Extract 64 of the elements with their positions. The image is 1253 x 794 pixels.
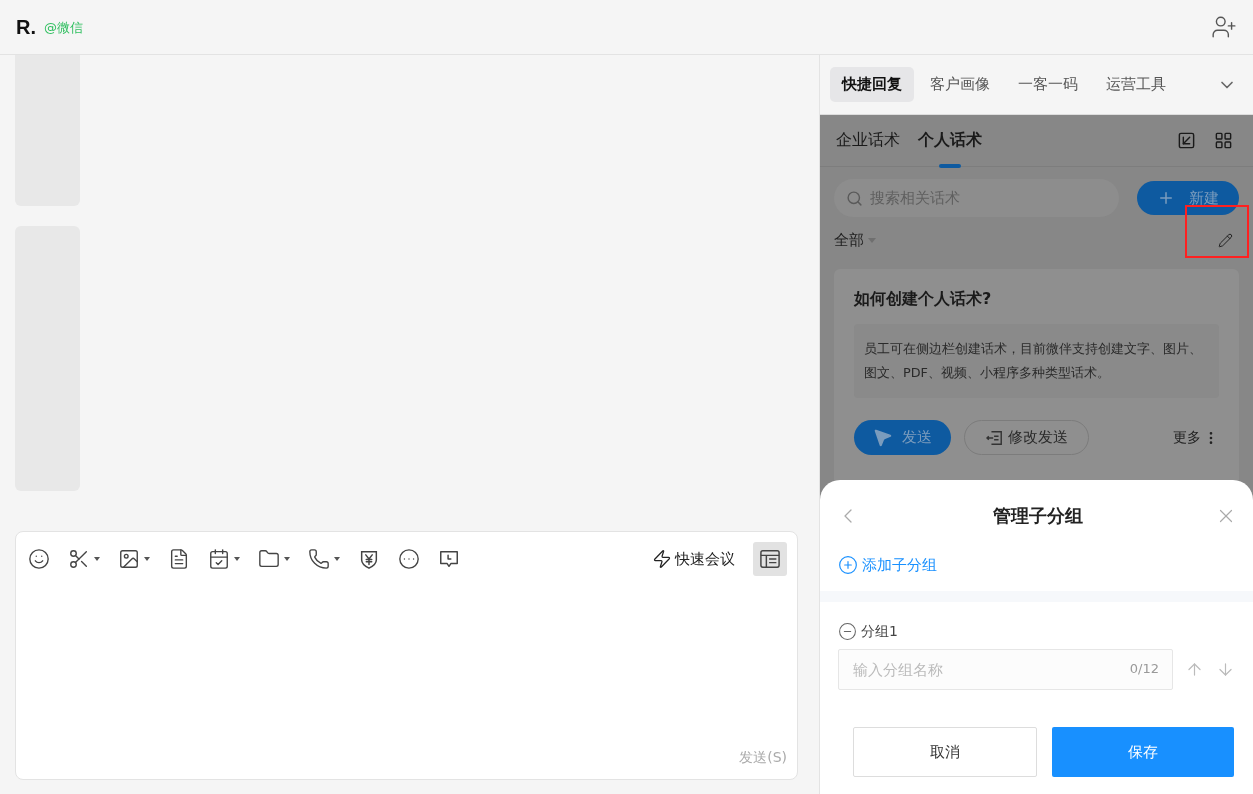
send-button[interactable]: 发送: [854, 420, 951, 455]
tab[interactable]: 客户画像: [918, 67, 1002, 102]
image-icon: [118, 548, 140, 570]
toolbar-button[interactable]: [398, 548, 420, 570]
source-label: @微信: [44, 19, 83, 37]
cancel-button[interactable]: 取消: [853, 727, 1037, 777]
folder-icon: [258, 548, 280, 570]
new-button[interactable]: 新建: [1137, 181, 1239, 215]
plus-circle-icon: [838, 555, 858, 575]
add-user-icon[interactable]: [1211, 14, 1237, 40]
card-title: 如何创建个人话术?: [854, 289, 993, 310]
sub-tab[interactable]: 个人话术: [918, 114, 982, 167]
send-icon: [873, 428, 892, 447]
tab[interactable]: 快捷回复: [830, 67, 914, 102]
group-name: 分组1: [861, 622, 898, 641]
card-body: 员工可在侧边栏创建话术，目前微伴支持创建文字、图片、图文、PDF、视频、小程序多种类型话术。: [854, 324, 1219, 398]
caret-icon: [234, 557, 240, 561]
more-icon: [398, 548, 420, 570]
caret-icon: [144, 557, 150, 561]
caret-icon: [868, 237, 876, 243]
yen-shield-icon: [358, 548, 380, 570]
toolbar-button[interactable]: [68, 548, 100, 570]
filter-dropdown[interactable]: 全部: [834, 230, 876, 250]
edit-button[interactable]: [1218, 232, 1233, 248]
toolbar-button[interactable]: [28, 548, 50, 570]
tab[interactable]: 一客一码: [1006, 67, 1090, 102]
sub-tab[interactable]: 企业话术: [836, 114, 900, 167]
caret-icon: [94, 557, 100, 561]
highlight-frame: [1185, 205, 1249, 258]
panel-toggle-button[interactable]: [753, 542, 787, 576]
message-clock-icon: [438, 548, 460, 570]
tab[interactable]: 运营工具: [1094, 67, 1178, 102]
toolbar-button[interactable]: [118, 548, 150, 570]
caret-icon: [284, 557, 290, 561]
scissors-icon: [68, 548, 90, 570]
phone-icon: [308, 548, 330, 570]
toolbar-button[interactable]: [438, 548, 460, 570]
lightning-icon: [652, 549, 672, 569]
toolbar-button[interactable]: [358, 548, 380, 570]
contact-name: R.: [16, 15, 36, 39]
remove-icon[interactable]: [838, 622, 857, 641]
calendar-check-icon: [208, 548, 230, 570]
pencil-icon: [1218, 232, 1233, 248]
send-hint: 发送(S): [739, 749, 787, 767]
save-button[interactable]: 保存: [1052, 727, 1234, 777]
toolbar-button[interactable]: [208, 548, 240, 570]
more-button[interactable]: 更多: [1173, 428, 1219, 447]
search-icon: [846, 190, 863, 207]
plus-icon: [1157, 189, 1175, 207]
grid-icon[interactable]: [1214, 131, 1233, 150]
import-icon[interactable]: [1177, 131, 1196, 150]
smiley-icon: [28, 548, 50, 570]
toolbar-button[interactable]: [258, 548, 290, 570]
toolbar-button[interactable]: [168, 548, 190, 570]
arrow-down-icon: [1216, 660, 1235, 679]
edit-send-icon: [985, 429, 1004, 446]
quick-meeting-button[interactable]: 快速会议: [652, 549, 735, 569]
add-subgroup-button[interactable]: 添加子分组: [838, 552, 937, 578]
character-counter: 0/12: [1129, 661, 1159, 676]
caret-icon: [334, 557, 340, 561]
panel-icon: [759, 549, 781, 569]
document-icon: [168, 548, 190, 570]
sheet-title: 管理子分组: [992, 504, 1083, 528]
toolbar-button[interactable]: [308, 548, 340, 570]
